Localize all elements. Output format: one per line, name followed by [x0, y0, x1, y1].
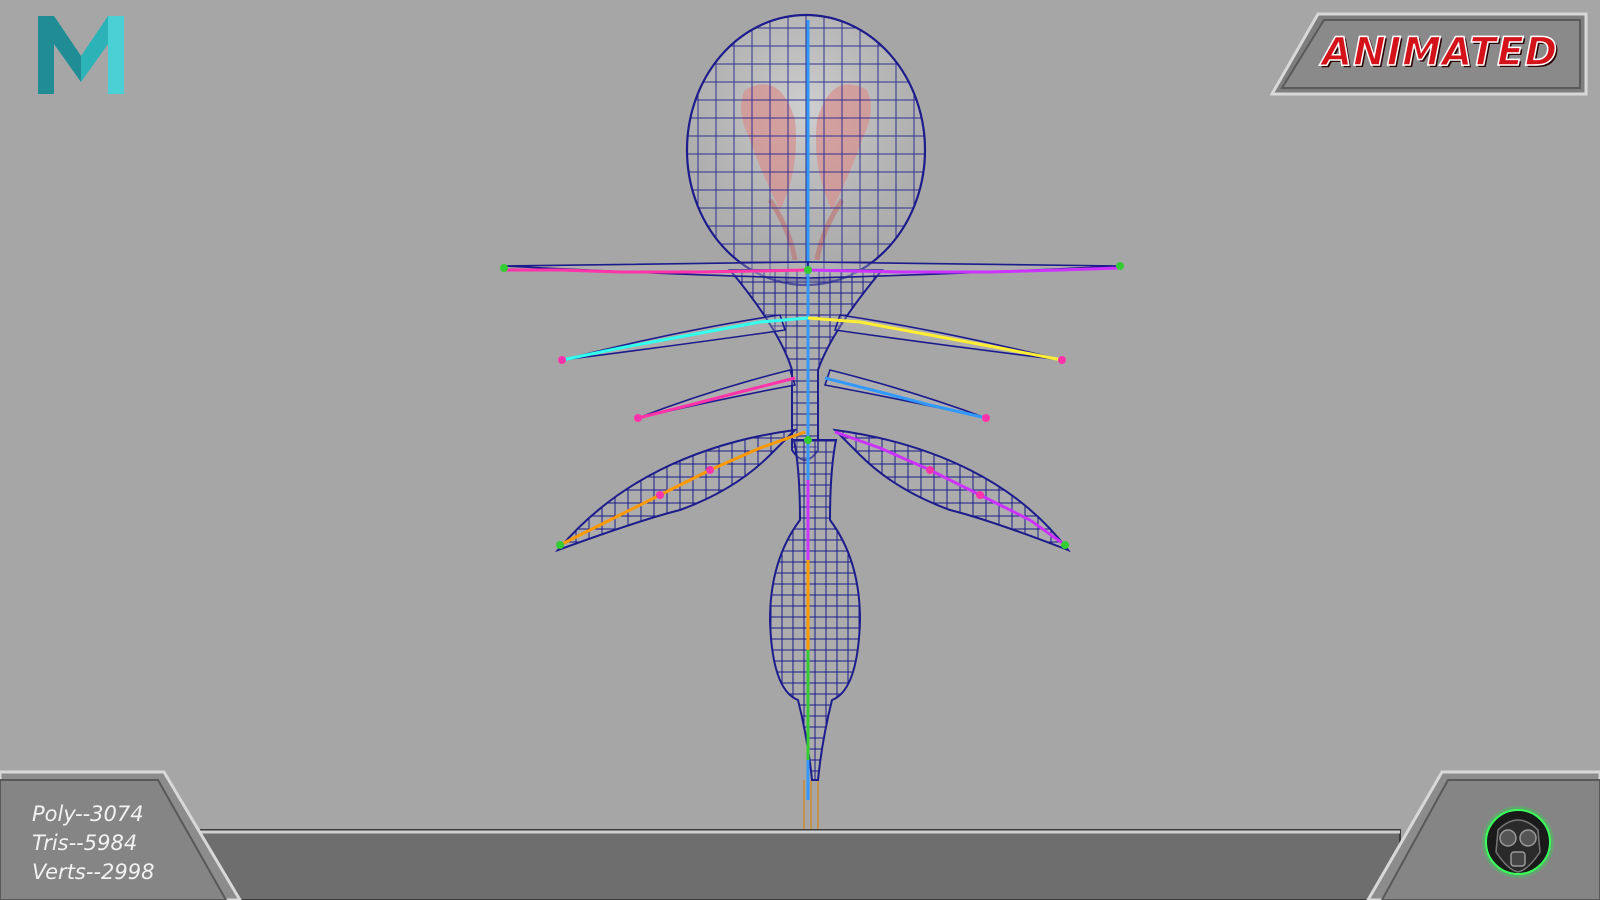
left-arm-mesh [554, 428, 798, 553]
poly-stats: Poly--3074 Tris--5984 Verts--2998 [32, 800, 212, 887]
gasmask-logo-icon [1482, 806, 1554, 878]
tris-count: Tris--5984 [32, 831, 138, 855]
animated-label: ANIMATED [1321, 29, 1559, 76]
creature-wireframe-model[interactable] [0, 0, 1600, 900]
maya-logo-icon [38, 16, 124, 94]
poly-count: Poly--3074 [32, 802, 144, 826]
right-arm-mesh [832, 428, 1071, 553]
viewport[interactable]: ANIMATED Poly--3074 Tris--5984 Verts--29… [0, 0, 1600, 900]
verts-count: Verts--2998 [32, 860, 155, 884]
body-mesh [768, 439, 862, 781]
head-mesh [685, 13, 927, 287]
bottom-stats-bar [0, 770, 1600, 900]
